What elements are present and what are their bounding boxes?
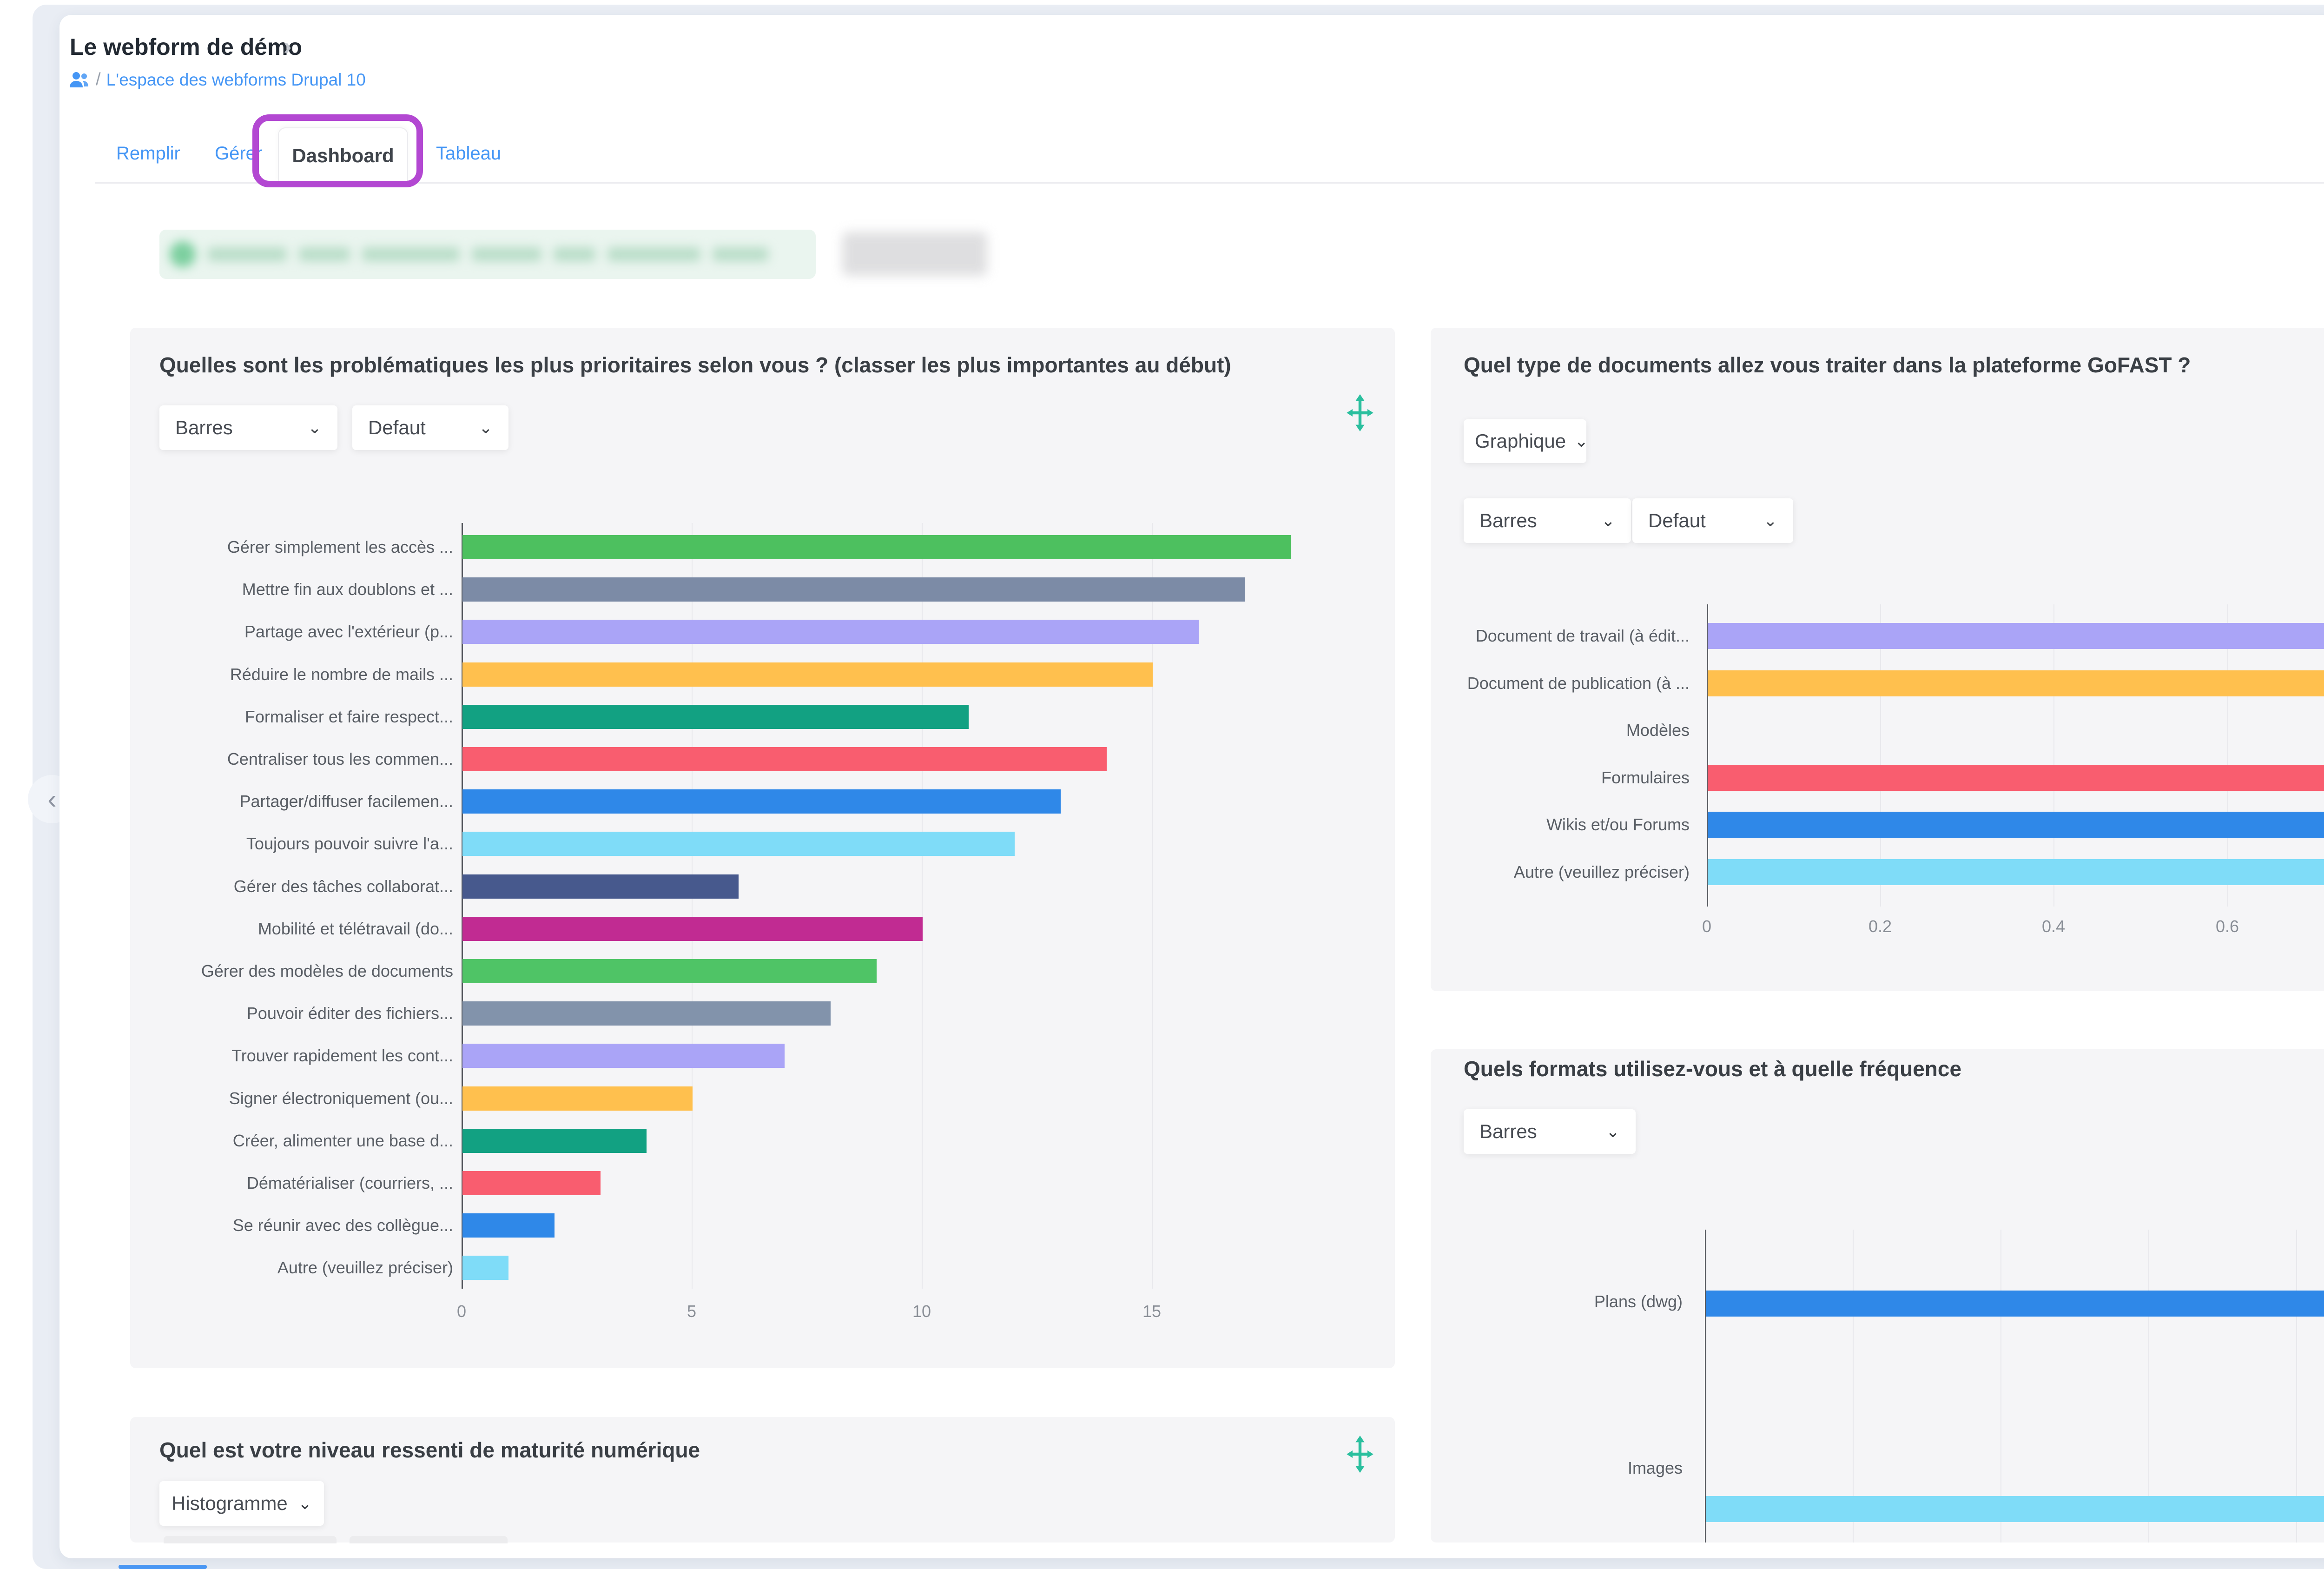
chart-type-select[interactable]: Barres⌄ [1464, 1109, 1636, 1154]
breadcrumb-separator: / [96, 70, 101, 90]
cutoff-select-stub [164, 1536, 337, 1543]
chart-bar[interactable] [462, 620, 1199, 644]
chart-bar[interactable] [462, 1171, 601, 1195]
chart-bar[interactable] [462, 1213, 555, 1238]
tab-dashboard[interactable]: Dashboard [278, 127, 408, 183]
chart-bar[interactable] [1708, 670, 2324, 696]
page-title: Le webform de démo [70, 33, 302, 60]
chart-bar[interactable] [1706, 1291, 2324, 1317]
chevron-down-icon: ⌄ [308, 418, 322, 437]
chart-bar[interactable] [1708, 765, 2324, 791]
chart-bar[interactable] [462, 789, 1061, 814]
chart-bar[interactable] [462, 832, 1015, 856]
drag-move-icon[interactable] [1341, 394, 1379, 434]
chevron-right-icon: › [284, 33, 291, 60]
chart-mode-select[interactable]: Graphique⌄ [1464, 419, 1586, 463]
cutoff-select-stub [350, 1536, 508, 1543]
tab-separator [95, 182, 2324, 184]
chart-bar[interactable] [462, 705, 969, 729]
chevron-down-icon: ⌄ [479, 418, 493, 437]
drag-move-icon[interactable] [1341, 1436, 1379, 1475]
chart-bar[interactable] [462, 577, 1245, 602]
chart-type-select[interactable]: Barres⌄ [159, 405, 337, 450]
chart-bar[interactable] [462, 1086, 693, 1111]
chevron-down-icon: ⌄ [1601, 511, 1615, 530]
chart-bar[interactable] [1706, 1496, 2324, 1522]
chevron-down-icon: ⌄ [1574, 431, 1588, 451]
chart-bar[interactable] [462, 1001, 831, 1026]
chart-bar[interactable] [462, 959, 877, 983]
cutoff-element-edge [119, 1565, 207, 1569]
chart-type-select[interactable]: Barres⌄ [1464, 498, 1631, 543]
chevron-down-icon: ⌄ [298, 1494, 312, 1513]
breadcrumb-link[interactable]: L'espace des webforms Drupal 10 [106, 70, 366, 90]
chart-title: Quel type de documents allez vous traite… [1464, 352, 2191, 377]
chart-bar[interactable] [462, 874, 739, 899]
chevron-left-icon: ‹ [47, 784, 56, 815]
redacted-status-banner [159, 230, 816, 279]
chart-bar[interactable] [462, 747, 1107, 771]
chart-title: Quel est votre niveau ressenti de maturi… [159, 1437, 700, 1463]
chart-bar[interactable] [1708, 812, 2324, 838]
chart-bar[interactable] [462, 662, 1153, 687]
chevron-down-icon: ⌄ [1763, 511, 1777, 530]
chart-bar[interactable] [462, 1044, 785, 1068]
tab-remplir[interactable]: Remplir [116, 143, 180, 164]
chart-bar[interactable] [462, 1129, 647, 1153]
chart-bar[interactable] [1708, 623, 2324, 649]
chart-title: Quels formats utilisez-vous et à quelle … [1464, 1056, 1961, 1081]
dashboard-screen: ‹ ‹ Le webform de démo › / L'espace des … [0, 0, 2324, 1569]
breadcrumb: / L'espace des webforms Drupal 10 [69, 70, 366, 90]
tab-tableau[interactable]: Tableau [436, 143, 501, 164]
tab-gerer[interactable]: Gérer [215, 143, 262, 164]
redacted-label [842, 232, 987, 276]
users-icon [69, 72, 90, 88]
chart-style-select[interactable]: Defaut⌄ [1632, 498, 1793, 543]
chart-bar[interactable] [1708, 859, 2324, 885]
chart-bar[interactable] [462, 917, 923, 941]
chart-type-select[interactable]: Histogramme⌄ [159, 1481, 324, 1526]
chart-title: Quelles sont les problématiques les plus… [159, 352, 1231, 377]
chart-bar[interactable] [462, 1256, 508, 1280]
chevron-down-icon: ⌄ [1606, 1122, 1620, 1141]
chart-bar[interactable] [462, 535, 1291, 559]
chart-style-select[interactable]: Defaut⌄ [352, 405, 508, 450]
